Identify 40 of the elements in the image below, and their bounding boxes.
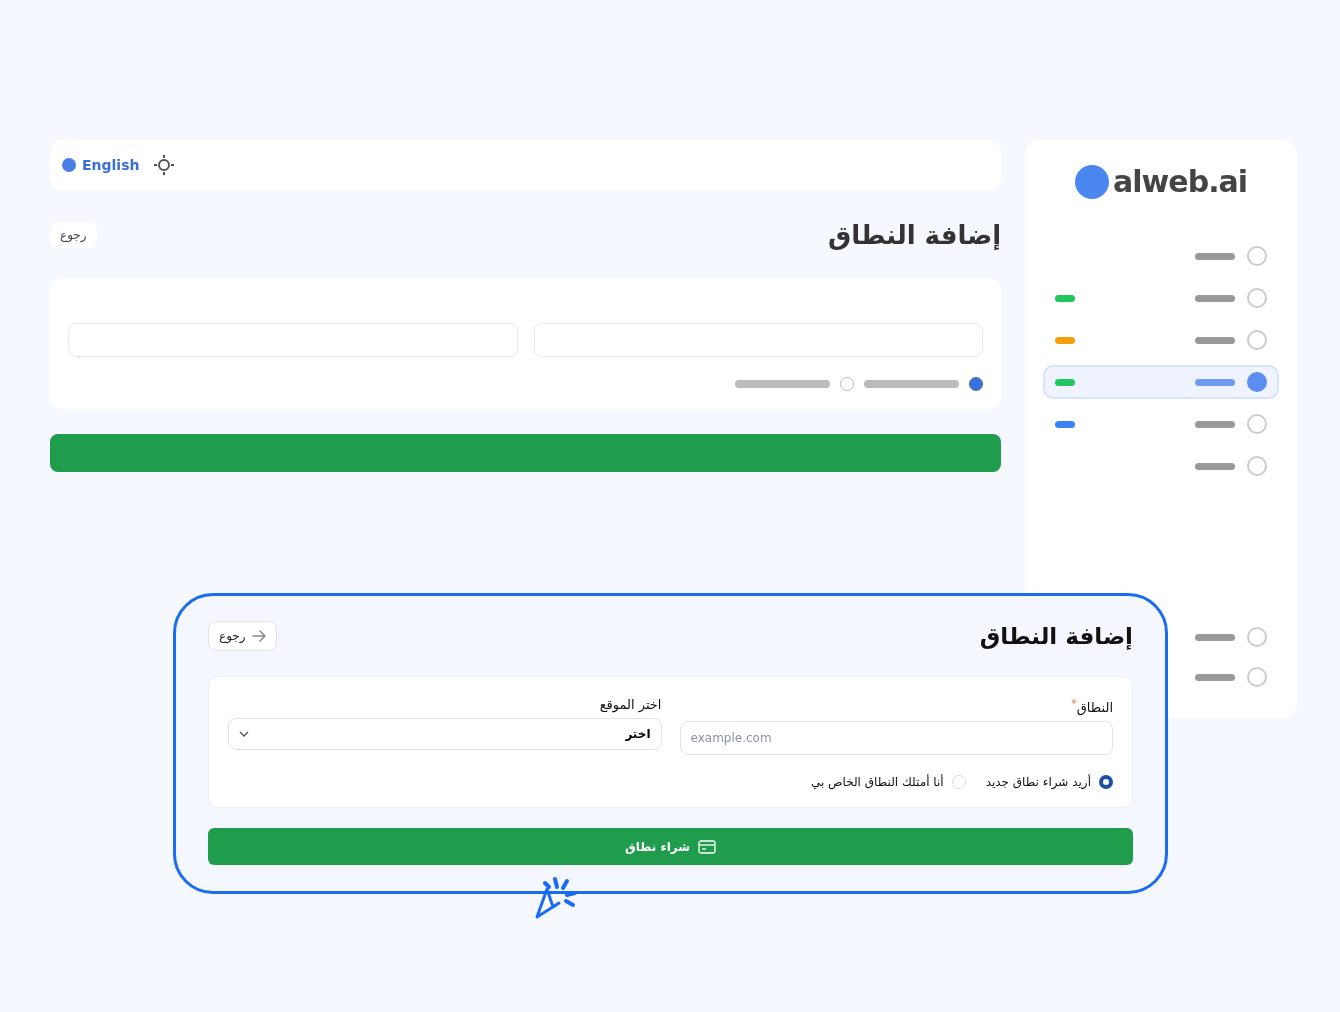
text-line [1195, 294, 1235, 302]
chevron-down-icon [239, 731, 249, 737]
logo-icon [1075, 164, 1110, 199]
menu-icon [1247, 330, 1267, 350]
text-line [1195, 420, 1235, 428]
radio-button[interactable] [969, 377, 984, 391]
language-button[interactable]: English [62, 157, 140, 173]
select-field[interactable]: اختر [228, 718, 662, 750]
credit-card-icon [698, 839, 717, 854]
globe-icon [62, 158, 76, 172]
text-line [1195, 633, 1235, 641]
back-button[interactable]: رجوع [208, 621, 277, 651]
field-label: النطاق$^{*}$ [1071, 697, 1113, 716]
field-label: اختر الموقع [599, 697, 662, 712]
text-line [1195, 462, 1235, 470]
menu-icon [1247, 667, 1267, 687]
menu-icon [1247, 246, 1267, 266]
buy-domain-button[interactable]: شراء نطاق [208, 828, 1133, 866]
sidebar-item[interactable] [1043, 365, 1279, 399]
text-line [1195, 252, 1235, 260]
page-title: إضافة النطاق [979, 623, 1133, 649]
text-line [1195, 378, 1235, 386]
input-field[interactable] [533, 323, 984, 357]
menu-icon [1247, 627, 1267, 647]
menu-icon [1247, 456, 1267, 476]
input-field[interactable]: example.com [679, 721, 1113, 756]
radio-button[interactable] [1099, 775, 1113, 790]
sun-icon[interactable] [153, 154, 176, 176]
back-button[interactable]: رجوع [50, 222, 97, 248]
menu-icon [1247, 414, 1267, 434]
page-title: إضافة النطاق [827, 220, 1002, 250]
text-line [1195, 673, 1235, 681]
logo-text: alweb.ai [1113, 164, 1248, 199]
arrow-icon [251, 630, 266, 642]
menu-icon [1247, 288, 1267, 308]
radio-label: أنا أمتلك النطاق الخاص بي [810, 775, 944, 790]
select-field[interactable] [68, 323, 518, 357]
text-line [1195, 336, 1235, 344]
menu-icon [1247, 372, 1267, 392]
radio-label: أريد شراء نطاق جديد [985, 775, 1091, 790]
